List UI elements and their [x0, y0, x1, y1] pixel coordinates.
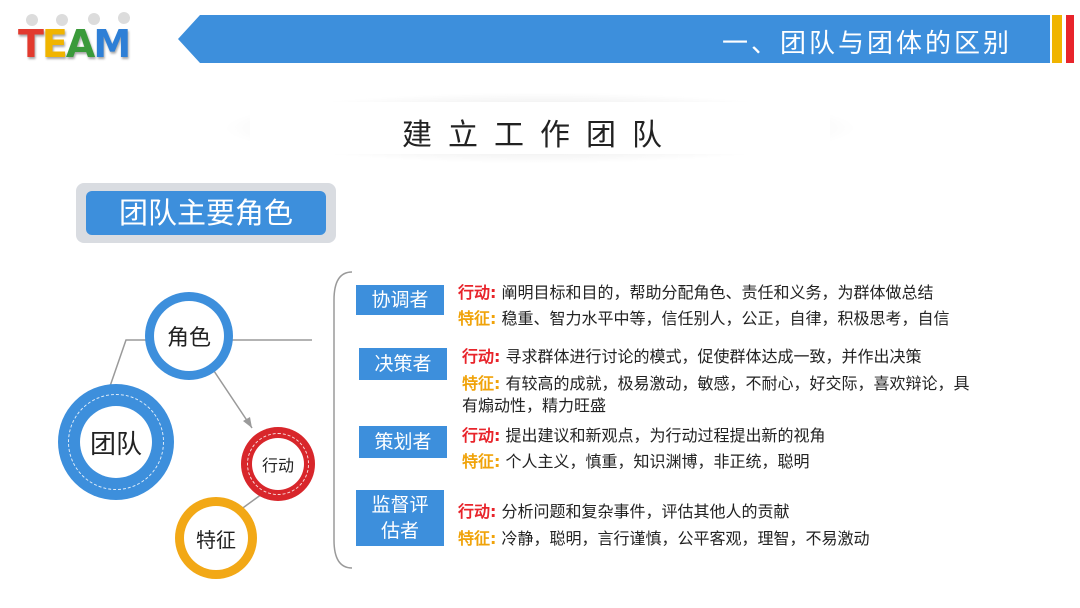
coordinator-trait: 特征: 稳重、智力水平中等，信任别人，公正，自律，积极思考，自信: [458, 305, 950, 329]
planner-trait: 特征: 个人主义，慎重，知识渊博，非正统，聪明: [462, 448, 810, 472]
action-key: 行动:: [458, 502, 497, 521]
action-text: 提出建议和新观点，为行动过程提出新的视角: [505, 426, 826, 445]
team-circle-ring: 团队: [68, 394, 164, 490]
action-circle: 行动: [241, 427, 315, 501]
role-label-coordinator: 协调者: [356, 285, 444, 315]
decider-action: 行动: 寻求群体进行讨论的模式，促使群体达成一致，并作出决策: [462, 343, 922, 367]
trait-key: 特征:: [462, 374, 501, 393]
action-text: 阐明目标和目的，帮助分配角色、责任和义务，为群体做总结: [501, 283, 934, 302]
header-accent-bar-yellow: [1052, 15, 1062, 63]
trait-key: 特征:: [462, 452, 501, 471]
coordinator-action: 行动: 阐明目标和目的，帮助分配角色、责任和义务，为群体做总结: [458, 279, 934, 303]
role-label-line-2: 估者: [380, 520, 419, 542]
header-title: 一、团队与团体的区别: [721, 29, 1012, 59]
decider-trait-continued: 有煽动性，精力旺盛: [462, 396, 607, 415]
trait-text: 稳重、智力水平中等，信任别人，公正，自律，积极思考，自信: [501, 309, 950, 328]
trait-circle-inner: 特征: [184, 506, 248, 570]
decider-trait: 特征: 有较高的成就，极易激动，敏感，不耐心，好交际，喜欢辩论，具: [462, 370, 970, 394]
trait-text: 冷静，聪明，言行谨慎，公平客观，理智，不易激动: [501, 529, 870, 548]
action-key: 行动:: [462, 347, 501, 366]
action-key: 行动:: [462, 426, 501, 445]
role-label-decider: 决策者: [359, 348, 447, 380]
action-circle-inner: 行动: [252, 438, 304, 490]
trait-circle: 特征: [175, 497, 257, 579]
role-circle-inner: 角色: [154, 301, 224, 371]
trait-key: 特征:: [458, 529, 497, 548]
monitor-action: 行动: 分析问题和复杂事件，评估其他人的贡献: [458, 498, 790, 522]
role-label-line-1: 监督评: [371, 494, 429, 516]
action-circle-ring: 行动: [247, 433, 309, 495]
header-accent-bar-red: [1066, 15, 1074, 63]
trait-text: 有较高的成就，极易激动，敏感，不耐心，好交际，喜欢辩论，具: [505, 374, 970, 393]
monitor-trait: 特征: 冷静，聪明，言行谨慎，公平客观，理智，不易激动: [458, 525, 870, 549]
action-key: 行动:: [458, 283, 497, 302]
trait-text: 个人主义，慎重，知识渊博，非正统，聪明: [505, 452, 810, 471]
role-label-planner: 策划者: [359, 426, 447, 458]
trait-key: 特征:: [458, 309, 497, 328]
team-circle-inner: 团队: [80, 406, 152, 478]
action-text: 分析问题和复杂事件，评估其他人的贡献: [501, 502, 790, 521]
role-label-monitor-evaluator: 监督评 估者: [356, 490, 444, 546]
planner-action: 行动: 提出建议和新观点，为行动过程提出新的视角: [462, 422, 826, 446]
team-circle: 团队: [58, 384, 174, 500]
action-text: 寻求群体进行讨论的模式，促使群体达成一致，并作出决策: [505, 347, 922, 366]
bracket-icon: [333, 271, 353, 569]
role-circle: 角色: [145, 292, 233, 380]
